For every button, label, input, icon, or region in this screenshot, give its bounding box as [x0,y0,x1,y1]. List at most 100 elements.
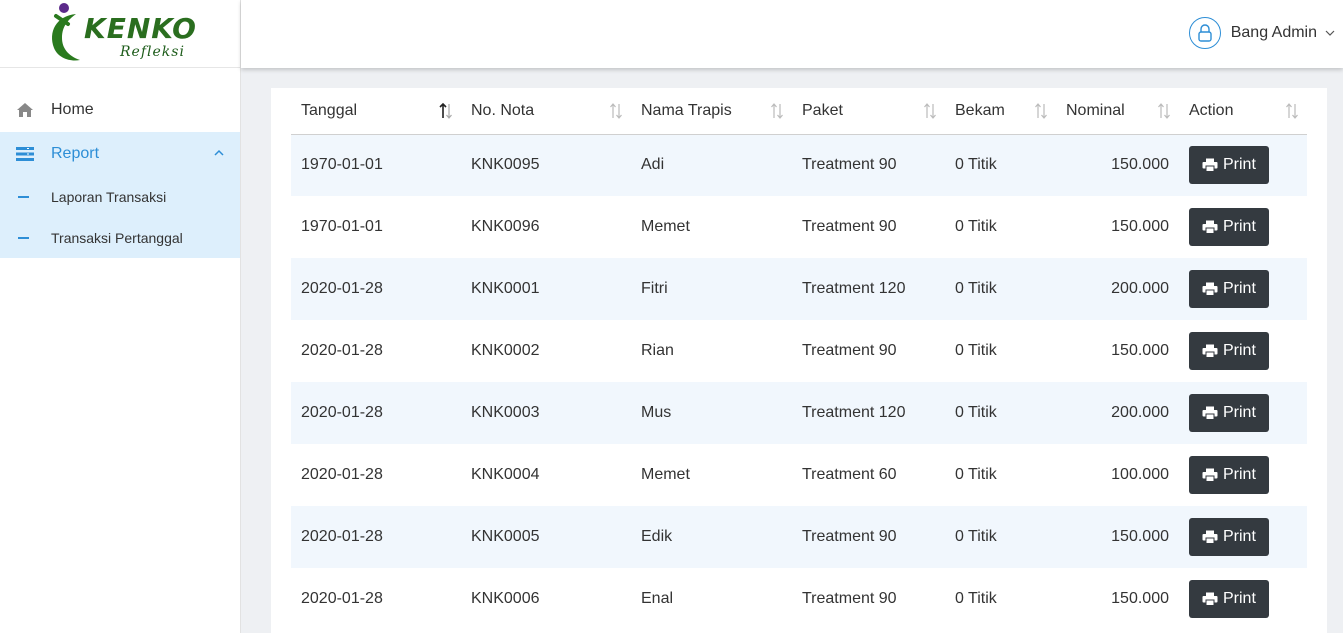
print-button[interactable]: Print [1189,394,1269,432]
cell-bekam: 0 Titik [955,218,997,235]
print-button-label: Print [1223,218,1256,235]
cell-paket: Treatment 90 [802,590,897,607]
sidebar-item-home[interactable]: Home [0,88,240,132]
cell-paket: Treatment 90 [802,218,897,235]
print-button-label: Print [1223,528,1256,545]
dash-icon [18,195,29,198]
table-row: 2020-01-28 KNK0003 Mus Treatment 120 0 T… [291,382,1307,444]
column-header-bekam[interactable]: Bekam [945,88,1056,135]
print-button-label: Print [1223,280,1256,297]
printer-icon [1202,592,1218,606]
sidebar-subitem-laporan-transaksi[interactable]: Laporan Transaksi [0,176,240,217]
print-button[interactable]: Print [1189,332,1269,370]
brand-name: KENKO [84,12,197,45]
cell-tanggal: 1970-01-01 [301,218,383,235]
sidebar-item-label: Home [51,101,94,118]
cell-nama-trapis: Memet [641,466,690,483]
home-icon [16,101,34,119]
cell-tanggal: 2020-01-28 [301,466,383,483]
report-card: Tanggal No. Nota Nama Trapis Paket Bekam… [271,88,1327,633]
column-header-no-nota[interactable]: No. Nota [461,88,631,135]
cell-action: Print [1179,320,1307,382]
cell-nominal: 100.000 [1111,466,1169,483]
print-button-label: Print [1223,590,1256,607]
cell-nama-trapis: Mus [631,382,792,444]
table-row: 2020-01-28 KNK0004 Memet Treatment 60 0 … [291,444,1307,506]
top-header: Bang Admin [241,0,1343,68]
cell-nominal: 150.000 [1111,218,1169,235]
printer-icon [1202,406,1218,420]
table-header-row: Tanggal No. Nota Nama Trapis Paket Bekam… [291,88,1307,135]
cell-no-nota: KNK0004 [471,466,540,483]
chevron-up-icon [214,149,224,156]
print-button-label: Print [1223,342,1256,359]
cell-nominal: 150.000 [1056,506,1179,568]
print-button[interactable]: Print [1189,456,1269,494]
table-row: 2020-01-28 KNK0002 Rian Treatment 90 0 T… [291,320,1307,382]
sidebar-subitem-label: Transaksi Pertanggal [51,229,183,246]
print-button[interactable]: Print [1189,146,1269,185]
cell-nama-trapis: Fitri [631,258,792,320]
sort-asc-icon [439,102,452,119]
cell-tanggal: 2020-01-28 [301,590,383,607]
cell-nominal: 150.000 [1111,590,1169,607]
column-header-action[interactable]: Action [1179,88,1307,135]
cell-no-nota: KNK0001 [461,258,631,320]
cell-no-nota: KNK0006 [471,590,540,607]
brand-logo[interactable]: KENKO Refleksi [46,2,196,64]
column-header-tanggal[interactable]: Tanggal [291,88,461,135]
cell-nama-trapis: Rian [641,342,674,359]
cell-bekam: 0 Titik [945,258,1056,320]
sort-icon [924,103,936,119]
cell-tanggal: 2020-01-28 [301,342,383,359]
cell-paket: Treatment 90 [792,506,945,568]
cell-tanggal: 2020-01-28 [291,382,461,444]
sidebar: KENKO Refleksi Home Report Laporan Trans… [0,0,241,633]
printer-icon [1202,158,1218,173]
cell-action: Print [1179,506,1307,568]
cell-nominal: 200.000 [1056,382,1179,444]
print-button-label: Print [1223,404,1256,421]
cell-action: Print [1179,196,1307,258]
sidebar-subitem-label: Laporan Transaksi [51,188,167,205]
cell-nama-trapis: Adi [631,134,792,196]
table-row: 2020-01-28 KNK0005 Edik Treatment 90 0 T… [291,506,1307,568]
sidebar-subitem-transaksi-pertanggal[interactable]: Transaksi Pertanggal [0,217,240,258]
print-button[interactable]: Print [1189,270,1269,308]
sidebar-item-report[interactable]: Report [0,132,240,176]
cell-action: Print [1179,444,1307,506]
print-button[interactable]: Print [1189,580,1269,618]
user-menu[interactable]: Bang Admin [1188,17,1335,49]
table-row: 2020-01-28 KNK0001 Fitri Treatment 120 0… [291,258,1307,320]
user-icon [1188,17,1221,49]
report-icon [16,145,34,163]
column-header-paket[interactable]: Paket [792,88,945,135]
printer-icon [1202,530,1218,544]
cell-nama-trapis: Enal [641,590,674,607]
cell-tanggal: 1970-01-01 [291,134,461,196]
sort-icon [1286,103,1298,119]
printer-icon [1202,344,1218,358]
sidebar-item-label: Report [51,145,100,162]
user-name: Bang Admin [1230,24,1317,41]
cell-action: Print [1179,568,1307,630]
cell-paket: Treatment 90 [792,134,945,196]
transactions-table: Tanggal No. Nota Nama Trapis Paket Bekam… [291,88,1307,630]
cell-bekam: 0 Titik [945,382,1056,444]
cell-nominal: 150.000 [1111,342,1169,359]
cell-no-nota: KNK0002 [471,342,540,359]
dash-icon [18,236,29,239]
column-header-nominal[interactable]: Nominal [1056,88,1179,135]
cell-nominal: 150.000 [1056,134,1179,196]
cell-bekam: 0 Titik [955,466,997,483]
logo-area: KENKO Refleksi [0,0,240,68]
printer-icon [1202,282,1218,296]
cell-paket: Treatment 120 [792,382,945,444]
cell-bekam: 0 Titik [955,590,997,607]
cell-paket: Treatment 120 [792,258,945,320]
print-button[interactable]: Print [1189,518,1269,556]
print-button[interactable]: Print [1189,208,1269,246]
cell-no-nota: KNK0003 [461,382,631,444]
print-button-label: Print [1223,156,1256,174]
column-header-nama-trapis[interactable]: Nama Trapis [631,88,792,135]
